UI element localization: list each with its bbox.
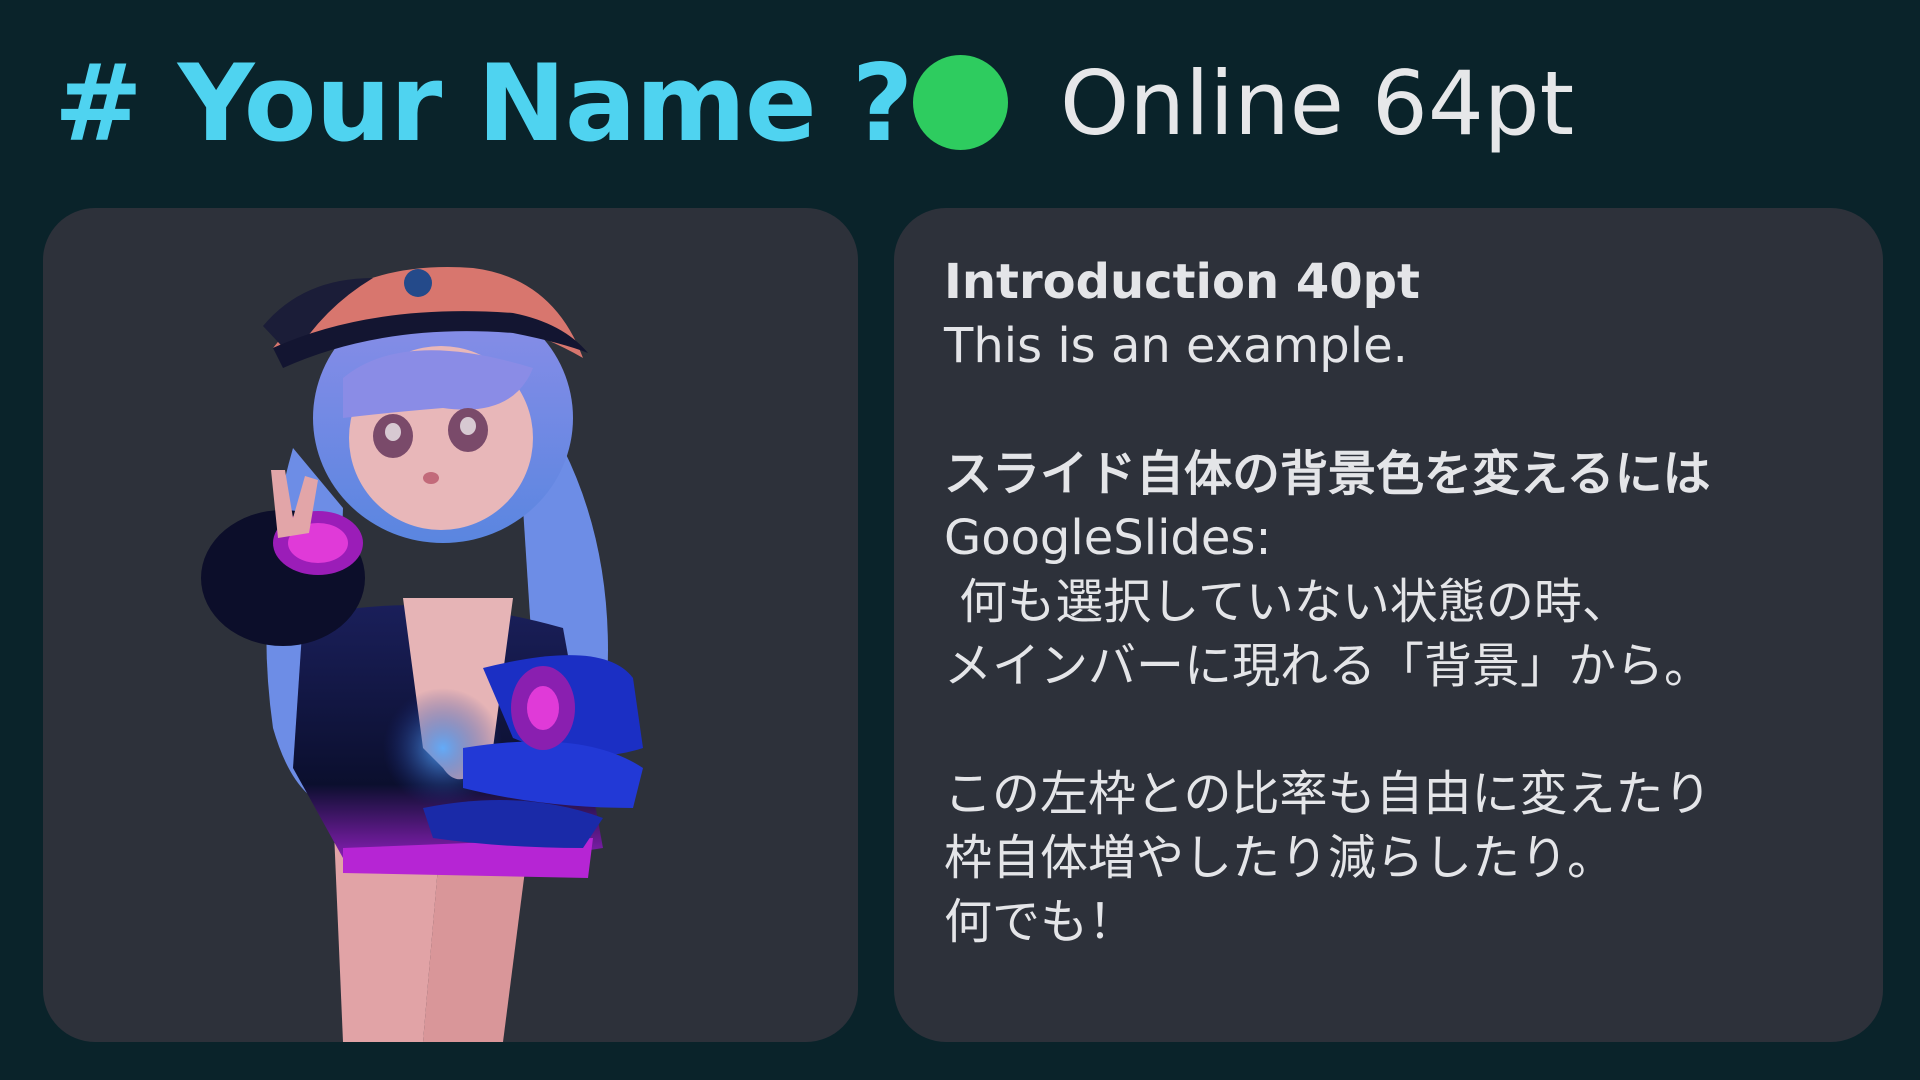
introduction-intro: This is an example. xyxy=(944,318,1408,374)
introduction-line: GoogleSlides: xyxy=(944,510,1272,566)
status-indicator-icon xyxy=(913,55,1008,150)
introduction-line: この左枠との比率も自由に変えたり xyxy=(944,766,1712,822)
page-title: # Your Name ? xyxy=(54,42,913,165)
status-label: Online 64pt xyxy=(1060,52,1575,155)
introduction-line: メインバーに現れる「背景」から。 xyxy=(944,638,1713,694)
introduction-line: 枠自体増やしたり減らしたり。 xyxy=(944,830,1616,886)
introduction-text: Introduction 40pt This is an example. スラ… xyxy=(944,250,1844,954)
introduction-line: 何でも！ xyxy=(944,894,1137,950)
slide: # Your Name ? Online 64pt Introduction 4… xyxy=(0,0,1920,1080)
avatar-card xyxy=(43,208,858,1042)
avatar-image xyxy=(201,267,643,1042)
introduction-line: 何も選択していない状態の時、 xyxy=(944,574,1630,630)
introduction-subheading: スライド自体の背景色を変えるには xyxy=(944,446,1711,502)
introduction-heading: Introduction 40pt xyxy=(944,254,1420,310)
introduction-card: Introduction 40pt This is an example. スラ… xyxy=(894,208,1883,1042)
